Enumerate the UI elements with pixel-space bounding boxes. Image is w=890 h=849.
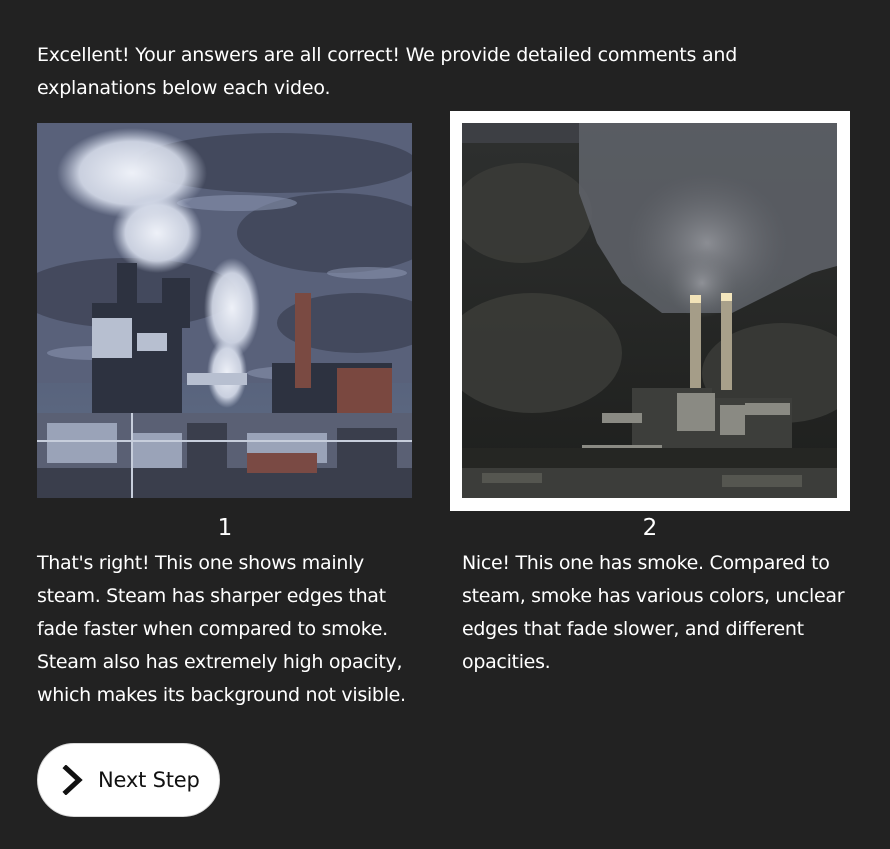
next-step-button[interactable]: Next Step <box>37 743 220 817</box>
chevron-right-icon <box>62 765 83 795</box>
video-2-smoke-power-plant[interactable] <box>462 123 837 498</box>
video-1-steam-industrial-plant[interactable] <box>37 123 412 498</box>
video-card-1: 1 That's right! This one shows mainly st… <box>25 111 425 731</box>
video-number-1: 1 <box>217 515 233 541</box>
next-step-label: Next Step <box>98 768 200 792</box>
video-frame-1 <box>25 111 425 511</box>
video-card-2: 2 Nice! This one has smoke. Compared to … <box>450 111 850 698</box>
video-explanation-2: Nice! This one has smoke. Compared to st… <box>462 552 845 673</box>
video-number-2: 2 <box>642 515 658 541</box>
video-explanation-1: That's right! This one shows mainly stea… <box>37 552 406 706</box>
intro-message: Excellent! Your answers are all correct!… <box>37 44 738 99</box>
video-frame-2-selected <box>450 111 850 511</box>
